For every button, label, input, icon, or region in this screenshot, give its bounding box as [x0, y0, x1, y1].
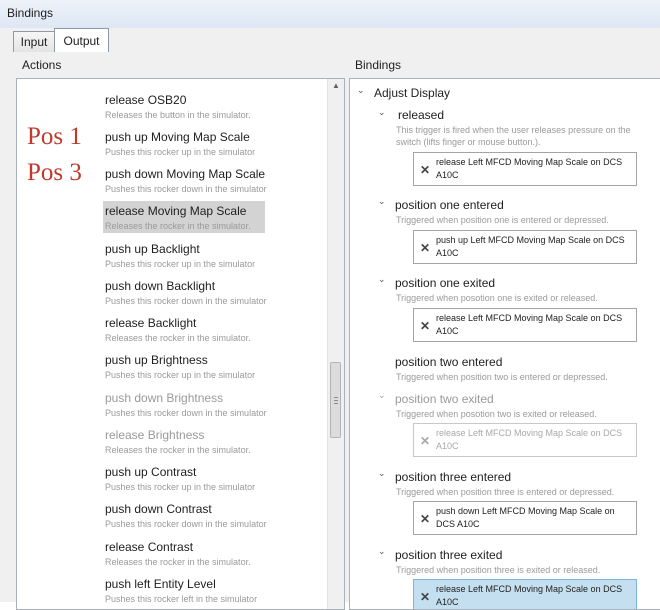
actions-scrollbar[interactable]: ▲	[327, 79, 344, 609]
trigger-description: Triggered when position three is entered…	[396, 487, 615, 497]
binding-chip[interactable]: ✕ release Left MFCD Moving Map Scale on …	[413, 308, 637, 342]
binding-chip-selected[interactable]: ✕ release Left MFCD Moving Map Scale on …	[413, 579, 637, 609]
action-item[interactable]: push up Backlight Pushes this rocker up …	[103, 242, 335, 278]
actions-list[interactable]: Pos 1 Pos 3 release OSB20 Releases the b…	[16, 78, 345, 610]
action-name: push up Moving Map Scale	[105, 130, 250, 144]
tab-strip: Input Output	[0, 28, 660, 53]
binding-chip[interactable]: ✕ push up Left MFCD Moving Map Scale on …	[413, 230, 637, 264]
bindings-header: Bindings	[355, 58, 402, 72]
remove-binding-icon[interactable]: ✕	[420, 434, 430, 448]
action-name: release Backlight	[105, 316, 197, 330]
action-item[interactable]: push up Contrast Pushes this rocker up i…	[103, 465, 335, 501]
expand-chevron-icon[interactable]: ⌄	[378, 546, 386, 557]
action-name: release Contrast	[105, 540, 194, 554]
trigger-position-one-entered[interactable]: position one entered	[395, 198, 504, 212]
action-name: push down Moving Map Scale	[105, 167, 266, 181]
action-description: Pushes this rocker down in the simulator	[105, 184, 267, 194]
action-description: Pushes this rocker down in the simulator	[105, 296, 267, 306]
action-description: Releases the rocker in the simulator.	[105, 557, 251, 567]
action-name: release Brightness	[105, 428, 205, 442]
binding-chip[interactable]: ✕ push down Left MFCD Moving Map Scale o…	[413, 501, 637, 535]
binding-text: release Left MFCD Moving Map Scale on DC…	[436, 313, 623, 336]
action-description: Releases the rocker in the simulator.	[105, 221, 251, 231]
action-item[interactable]: push down Contrast Pushes this rocker do…	[103, 502, 335, 538]
action-name: push down Contrast	[105, 502, 212, 516]
binding-text: push down Left MFCD Moving Map Scale on …	[436, 506, 615, 529]
action-description: Pushes this rocker left in the simulator	[105, 594, 258, 604]
binding-text: release Left MFCD Moving Map Scale on DC…	[436, 157, 623, 180]
expand-chevron-icon[interactable]: ⌄	[378, 468, 386, 479]
annotation-pos-3: Pos 3	[27, 159, 82, 186]
expand-chevron-icon[interactable]: ⌄	[378, 390, 386, 401]
binding-text: push up Left MFCD Moving Map Scale on DC…	[436, 235, 625, 258]
binding-chip[interactable]: ✕ release Left MFCD Moving Map Scale on …	[413, 152, 637, 186]
action-item[interactable]: release Contrast Releases the rocker in …	[103, 540, 335, 576]
grip-line	[334, 400, 338, 401]
trigger-description: Triggered when posotion one is exited or…	[396, 293, 598, 303]
trigger-position-one-exited[interactable]: position one exited	[395, 276, 495, 290]
trigger-description: Triggered when position two is entered o…	[396, 372, 608, 382]
action-item[interactable]: push left Entity Level Pushes this rocke…	[103, 577, 335, 609]
action-name: push down Brightness	[105, 391, 224, 405]
tree-root-adjust-display[interactable]: Adjust Display	[374, 86, 450, 100]
remove-binding-icon[interactable]: ✕	[420, 241, 430, 255]
trigger-position-three-entered[interactable]: position three entered	[395, 470, 511, 484]
action-description: Releases the rocker in the simulator.	[105, 445, 251, 455]
action-item[interactable]: push up Brightness Pushes this rocker up…	[103, 353, 335, 389]
output-tab-content: Actions Bindings Pos 1 Pos 3 release OSB…	[0, 52, 660, 610]
bindings-tree[interactable]: ⌄ Adjust Display ⌄ released This trigger…	[349, 78, 660, 610]
action-item[interactable]: push down Brightness Pushes this rocker …	[103, 391, 335, 427]
action-name: push up Contrast	[105, 465, 197, 479]
action-name: release Moving Map Scale	[105, 204, 247, 218]
tab-input[interactable]: Input	[13, 31, 55, 52]
action-description: Pushes this rocker up in the simulator	[105, 482, 256, 492]
action-item[interactable]: push up Moving Map Scale Pushes this roc…	[103, 130, 335, 166]
annotation-pos-1: Pos 1	[27, 123, 82, 150]
action-description: Pushes this rocker up in the simulator	[105, 259, 256, 269]
trigger-position-two-exited[interactable]: position two exited	[395, 392, 494, 406]
trigger-released[interactable]: released	[398, 108, 444, 122]
binding-chip[interactable]: ✕ release Left MFCD Moving Map Scale on …	[413, 423, 637, 457]
action-description: Pushes this rocker up in the simulator	[105, 147, 256, 157]
grip-line	[334, 403, 338, 404]
action-name: release OSB20	[105, 93, 187, 107]
trigger-description: Triggered when position three is exited …	[396, 565, 601, 575]
trigger-description: Triggered when position one is entered o…	[396, 215, 609, 225]
remove-binding-icon[interactable]: ✕	[420, 512, 430, 526]
binding-text: release Left MFCD Moving Map Scale on DC…	[436, 428, 623, 451]
action-description: Pushes this rocker down in the simulator	[105, 408, 267, 418]
action-description: Pushes this rocker down in the simulator	[105, 519, 267, 529]
scrollbar-thumb[interactable]	[330, 362, 341, 438]
action-item[interactable]: push down Backlight Pushes this rocker d…	[103, 279, 335, 315]
action-item[interactable]: release Backlight Releases the rocker in…	[103, 316, 335, 352]
trigger-position-two-entered[interactable]: position two entered	[395, 355, 502, 369]
remove-binding-icon[interactable]: ✕	[420, 319, 430, 333]
trigger-description: This trigger is fired when the user rele…	[396, 125, 631, 147]
action-name: push up Brightness	[105, 353, 208, 367]
actions-header: Actions	[22, 58, 62, 72]
expand-chevron-icon[interactable]: ⌄	[378, 274, 386, 285]
grip-line	[334, 397, 338, 398]
expand-chevron-icon[interactable]: ⌄	[378, 107, 386, 118]
action-name: push down Backlight	[105, 279, 216, 293]
action-description: Releases the button in the simulator.	[105, 110, 251, 120]
action-item[interactable]: release OSB20 Releases the button in the…	[103, 93, 335, 129]
window-title: Bindings	[7, 6, 54, 20]
remove-binding-icon[interactable]: ✕	[420, 163, 430, 177]
expand-chevron-icon[interactable]: ⌄	[357, 85, 365, 96]
title-bar: Bindings	[0, 0, 660, 29]
scroll-up-arrow-icon[interactable]: ▲	[328, 79, 344, 93]
action-description: Releases the rocker in the simulator.	[105, 333, 251, 343]
action-name: push up Backlight	[105, 242, 200, 256]
tab-output[interactable]: Output	[54, 28, 109, 53]
action-description: Pushes this rocker up in the simulator	[105, 370, 256, 380]
action-item[interactable]: release Brightness Releases the rocker i…	[103, 428, 335, 464]
expand-chevron-icon[interactable]: ⌄	[378, 196, 386, 207]
action-item-selected[interactable]: release Moving Map Scale Releases the ro…	[103, 201, 335, 240]
trigger-description: Triggered when posotion two is exited or…	[396, 409, 597, 419]
action-item[interactable]: push down Moving Map Scale Pushes this r…	[103, 167, 335, 203]
trigger-position-three-exited[interactable]: position three exited	[395, 548, 502, 562]
binding-text: release Left MFCD Moving Map Scale on DC…	[436, 584, 623, 607]
action-name: push left Entity Level	[105, 577, 216, 591]
